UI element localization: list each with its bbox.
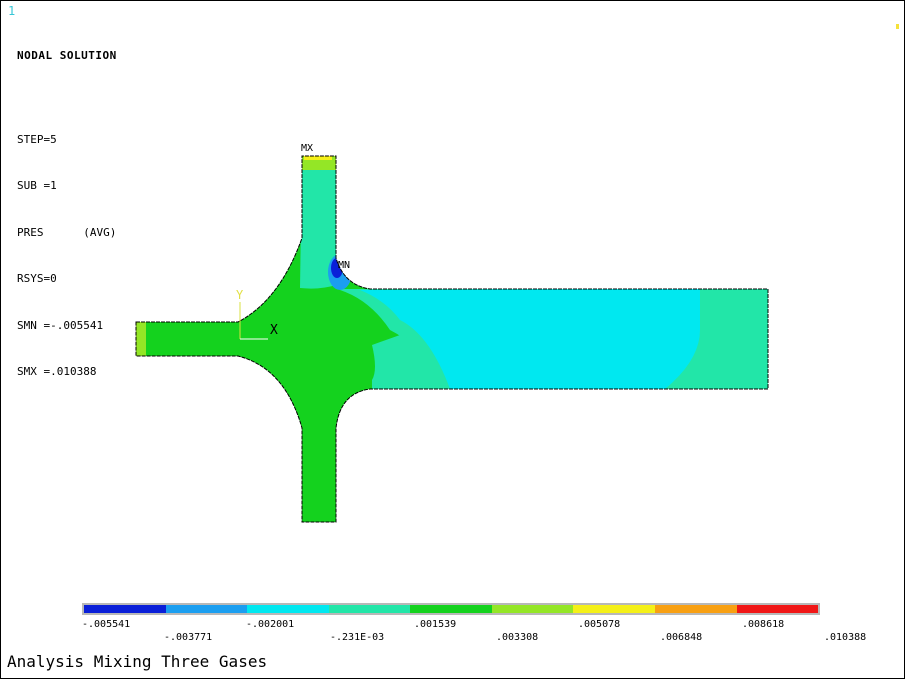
legend-tick: .005078 [578, 619, 621, 630]
legend-tick: .006848 [660, 632, 703, 643]
legend-color-bar [82, 603, 820, 615]
legend-swatch [491, 605, 574, 613]
pressure-contours [136, 156, 768, 522]
min-label: MN [338, 260, 350, 271]
legend-tick: -.231E-03 [330, 632, 385, 643]
legend-tick: -.003771 [164, 632, 213, 643]
legend-swatch [736, 605, 819, 613]
plot-caption: Analysis Mixing Three Gases [7, 652, 268, 671]
legend-swatch [573, 605, 655, 613]
contour-plot[interactable]: MX MN Y X [0, 0, 905, 679]
legend-tick: .001539 [414, 619, 457, 630]
legend-tick: .010388 [824, 632, 867, 643]
axis-x-label: X [270, 323, 278, 338]
axis-y-label: Y [236, 288, 244, 302]
legend-tick: .008618 [742, 619, 785, 630]
legend-swatch [410, 605, 492, 613]
legend-swatch [165, 605, 248, 613]
legend-tick: -.002001 [246, 619, 295, 630]
legend-tick: .003308 [496, 632, 539, 643]
legend-swatch [84, 605, 166, 613]
legend-tick: -.005541 [82, 619, 131, 630]
legend-swatch [654, 605, 737, 613]
max-label: MX [301, 143, 313, 154]
legend-swatch [328, 605, 411, 613]
legend-swatch [247, 605, 329, 613]
